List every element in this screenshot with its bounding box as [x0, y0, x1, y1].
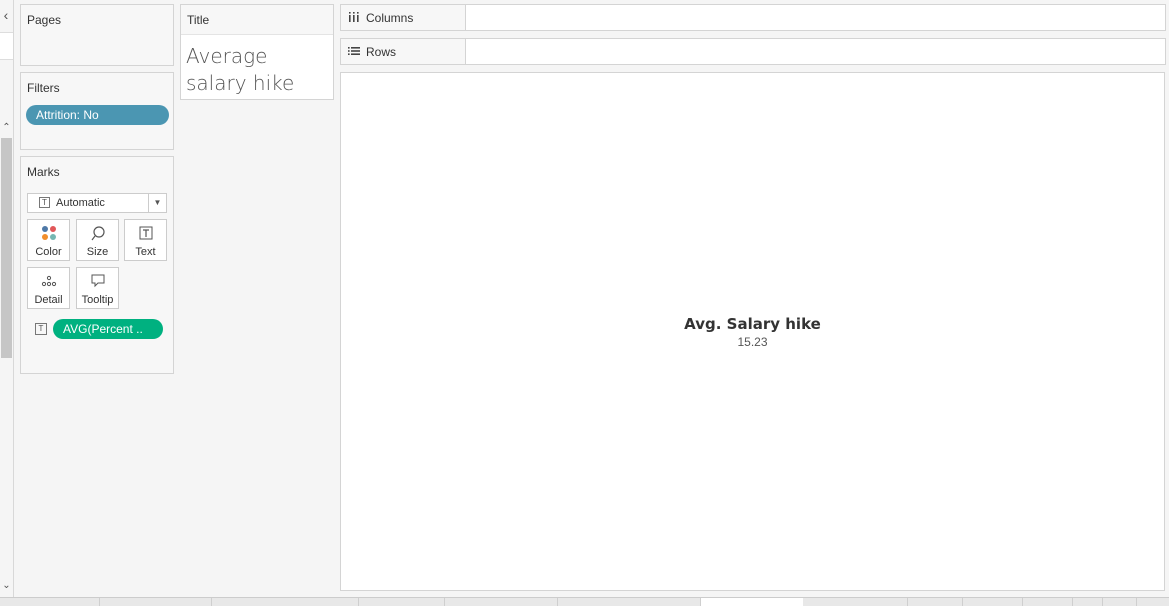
marks-tooltip-button[interactable]: Tooltip	[76, 267, 119, 309]
marks-size-button[interactable]: Size	[76, 219, 119, 261]
sheet-tab[interactable]	[359, 598, 445, 606]
collapse-left-pane-button[interactable]: ‹	[0, 4, 12, 26]
sheet-tab-active[interactable]	[701, 598, 803, 606]
rows-shelf: Rows	[340, 38, 1166, 65]
worksheet-title[interactable]: Average salary hike	[186, 43, 332, 97]
size-lasso-icon	[77, 225, 118, 241]
rows-drop-zone[interactable]	[467, 39, 1165, 64]
marks-color-label: Color	[35, 246, 62, 258]
filter-pill-attrition[interactable]: Attrition: No	[26, 105, 169, 125]
vertical-scrollbar-thumb[interactable]	[1, 138, 12, 358]
columns-shelf-text: Columns	[366, 11, 414, 25]
measure-label: Avg. Salary hike	[684, 315, 821, 333]
marks-text-button[interactable]: Text	[124, 219, 167, 261]
columns-icon	[347, 10, 361, 24]
sheet-tab[interactable]	[212, 598, 359, 606]
scroll-up-arrow-icon[interactable]: ⌃	[0, 122, 13, 136]
tooltip-bubble-icon	[77, 273, 118, 289]
rows-icon	[347, 44, 361, 58]
columns-drop-zone[interactable]	[467, 5, 1165, 30]
sheet-tab[interactable]	[963, 598, 1023, 606]
color-dots-icon	[28, 225, 69, 241]
filters-card-title: Filters	[27, 81, 60, 95]
marks-text-label: Text	[135, 246, 156, 258]
scroll-down-arrow-icon[interactable]: ⌄	[0, 580, 13, 594]
pages-card[interactable]: Pages	[20, 4, 174, 66]
text-mark-type-icon: T	[39, 197, 50, 208]
sheet-tab[interactable]	[445, 598, 558, 606]
marks-card-title: Marks	[27, 165, 60, 179]
filters-card[interactable]: Filters Attrition: No	[20, 72, 174, 150]
sheet-tab[interactable]	[100, 598, 212, 606]
rows-shelf-text: Rows	[366, 45, 397, 59]
sheet-tab-bar	[0, 597, 1169, 606]
mark-type-dropdown[interactable]: T Automatic ▼	[27, 193, 167, 213]
pages-card-title: Pages	[27, 13, 62, 27]
sheet-tab[interactable]	[1023, 598, 1073, 606]
sheet-tab[interactable]	[558, 598, 701, 606]
measure-pill-avg-percent[interactable]: AVG(Percent ..	[53, 319, 163, 339]
mark-type-label: Automatic	[56, 197, 105, 209]
text-t-icon	[125, 225, 166, 241]
title-card-label: Title	[187, 13, 210, 27]
marks-detail-label: Detail	[34, 294, 63, 306]
marks-card: Marks T Automatic ▼ Color Size Text Deta…	[20, 156, 174, 374]
marks-tooltip-label: Tooltip	[81, 294, 114, 306]
columns-shelf: Columns	[340, 4, 1166, 31]
marks-detail-button[interactable]: Detail	[27, 267, 70, 309]
sheet-tab[interactable]	[1103, 598, 1137, 606]
measure-value: 15.23	[737, 335, 768, 349]
detail-dots-icon	[28, 273, 69, 289]
sheet-tab[interactable]	[0, 598, 100, 606]
title-card[interactable]: Title Average salary hike	[180, 4, 334, 100]
marks-color-button[interactable]: Color	[27, 219, 70, 261]
text-encoding-icon[interactable]: T	[35, 323, 47, 335]
columns-shelf-label: Columns	[341, 5, 466, 30]
chevron-down-icon[interactable]: ▼	[148, 194, 166, 212]
left-strip-panel	[0, 32, 13, 60]
sheet-tab[interactable]	[908, 598, 963, 606]
visualization-view[interactable]: Avg. Salary hike 15.23	[340, 72, 1165, 591]
rows-shelf-label: Rows	[341, 39, 466, 64]
marks-size-label: Size	[86, 246, 109, 258]
sheet-tab[interactable]	[803, 598, 908, 606]
sheet-tab[interactable]	[1073, 598, 1103, 606]
title-card-header: Title	[181, 5, 333, 35]
